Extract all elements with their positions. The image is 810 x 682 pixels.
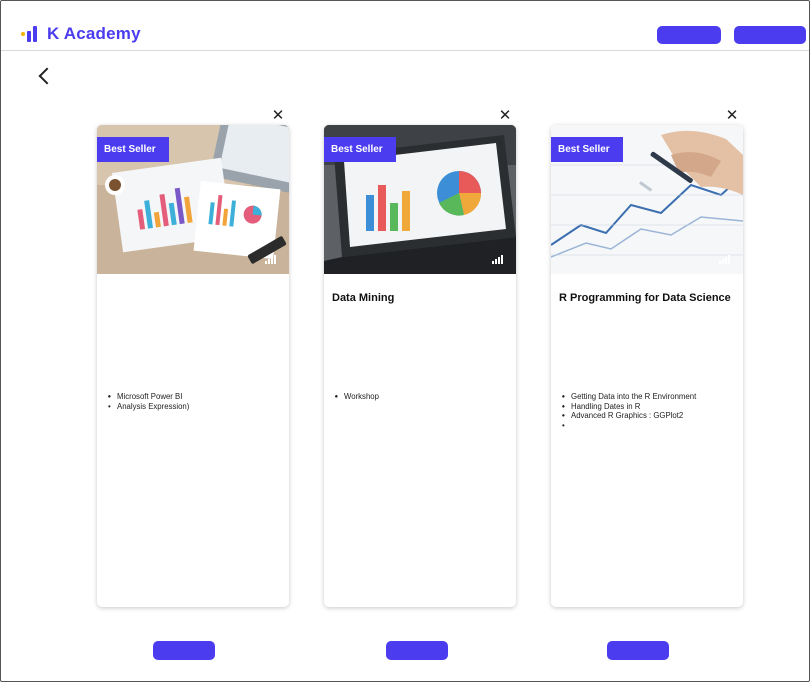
topic-item: Workshop [332, 392, 512, 402]
level-bars-icon [265, 255, 277, 264]
topic-item-cont: Microsoft Power BI [117, 392, 183, 401]
topic-item: Advanced R Graphics : GGPlot2 [559, 411, 739, 421]
topics-list: Getting Data into the R Environment Hand… [559, 392, 739, 431]
signup-button[interactable] [734, 26, 806, 44]
remove-course-2-close-icon[interactable]: ✕ [498, 108, 512, 123]
topic-item-cont: Analysis Expression) [117, 401, 190, 411]
app-frame: K Academy ✕ ✕ ✕ Best Seller Microsoft Po… [0, 0, 810, 682]
back-chevron-icon[interactable] [38, 67, 56, 85]
remove-course-3-close-icon[interactable]: ✕ [725, 108, 739, 123]
level-label [265, 255, 281, 264]
course-card-data-mining: Best Seller Data Mining • Workshop [324, 125, 516, 607]
course-1-detail-button[interactable] [153, 641, 215, 660]
topics-list: Workshop [332, 392, 512, 402]
login-button[interactable] [657, 26, 721, 44]
course-card-powerbi: Best Seller Microsoft Power BI Analysis … [97, 125, 289, 607]
page-title-row [38, 67, 69, 85]
logo-text: K Academy [47, 24, 141, 43]
course-image: Best Seller [324, 125, 516, 274]
best-seller-badge: Best Seller [97, 137, 169, 162]
level-bars-icon [492, 255, 504, 264]
course-title-line: R Programming for Data Science [559, 292, 731, 304]
course-card-r-programming: Best Seller R Programming for Data Scien… [551, 125, 743, 607]
course-title: Data Mining [332, 292, 508, 305]
topic-item: Getting Data into the R Environment [559, 392, 739, 402]
course-image: Best Seller [551, 125, 743, 274]
level-label [719, 255, 735, 264]
remove-course-1-close-icon[interactable]: ✕ [271, 108, 285, 123]
topic-item: Handling Dates in R [559, 402, 739, 412]
logo[interactable]: K Academy [21, 24, 141, 44]
course-title-line: Data Mining [332, 292, 395, 304]
logo-bars-icon [21, 26, 39, 42]
best-seller-badge: Best Seller [551, 137, 623, 162]
course-image: Best Seller [97, 125, 289, 274]
course-3-detail-button[interactable] [607, 641, 669, 660]
topics-list: Microsoft Power BI Analysis Expression) [105, 392, 285, 411]
course-title: R Programming for Data Science [559, 292, 739, 305]
course-2-detail-button[interactable] [386, 641, 448, 660]
level-label [492, 255, 508, 264]
top-header: K Academy [1, 1, 809, 51]
best-seller-badge: Best Seller [324, 137, 396, 162]
level-bars-icon [719, 255, 731, 264]
